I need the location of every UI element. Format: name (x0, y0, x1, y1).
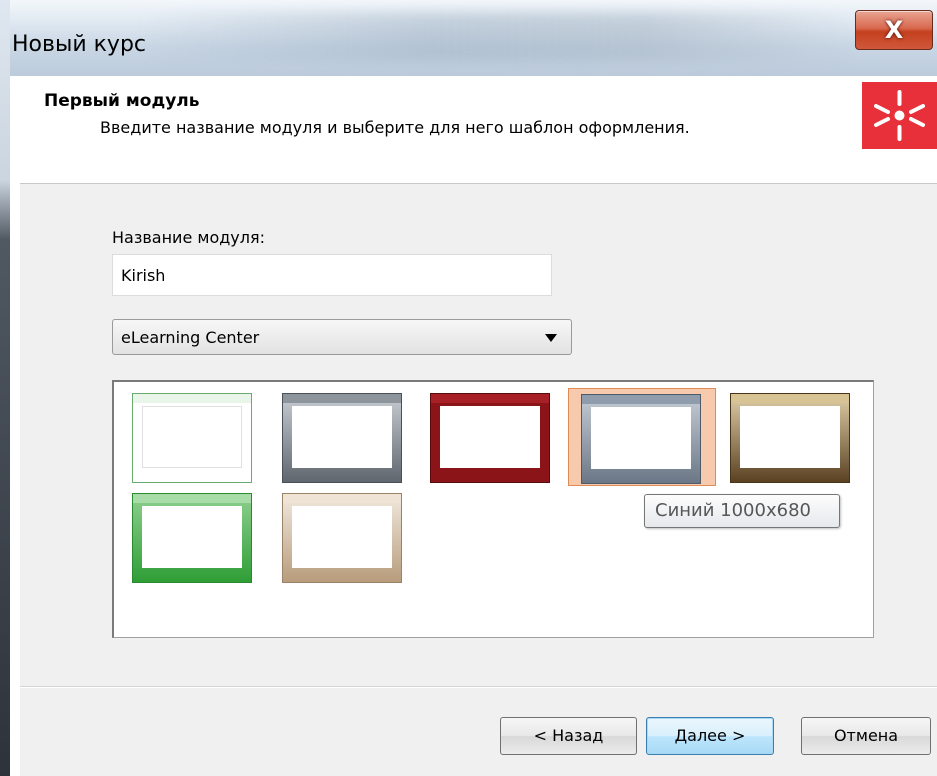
next-button[interactable]: Далее > (646, 717, 774, 755)
template-thumbnail-green[interactable] (120, 488, 268, 586)
close-icon: X (884, 16, 904, 44)
dropdown-arrow-icon (545, 334, 557, 342)
template-thumbnail-beige[interactable] (270, 488, 418, 586)
template-thumbnail-brown[interactable] (718, 388, 866, 486)
page-title: Первый модуль (44, 91, 200, 111)
page-subtitle: Введите название модуля и выберите для н… (100, 118, 690, 137)
template-group-value: eLearning Center (121, 328, 260, 347)
footer-divider (20, 686, 937, 688)
window-title: Новый курс (12, 32, 146, 57)
wizard-header: Первый модуль Введите название модуля и … (20, 76, 937, 184)
ispring-logo-icon (862, 82, 937, 149)
dialog-content: Первый модуль Введите название модуля и … (20, 76, 937, 776)
template-thumbnail-gray[interactable] (270, 388, 418, 486)
template-thumbnail-blue-selected[interactable] (568, 388, 716, 486)
template-tooltip: Синий 1000x680 (644, 494, 840, 528)
module-name-label: Название модуля: (112, 228, 265, 247)
new-course-dialog: Новый курс X Первый модуль Введите назва… (10, 0, 937, 776)
module-name-input[interactable] (112, 254, 552, 296)
title-bar-glass (140, 12, 860, 62)
background-window-edge (0, 0, 10, 776)
template-group-select[interactable]: eLearning Center (112, 319, 572, 355)
title-bar: Новый курс X (10, 0, 937, 76)
template-thumbnail-white[interactable] (120, 388, 268, 486)
cancel-button[interactable]: Отмена (801, 717, 931, 755)
template-thumbnail-red[interactable] (418, 388, 566, 486)
close-button[interactable]: X (855, 10, 933, 50)
back-button[interactable]: < Назад (500, 717, 637, 755)
